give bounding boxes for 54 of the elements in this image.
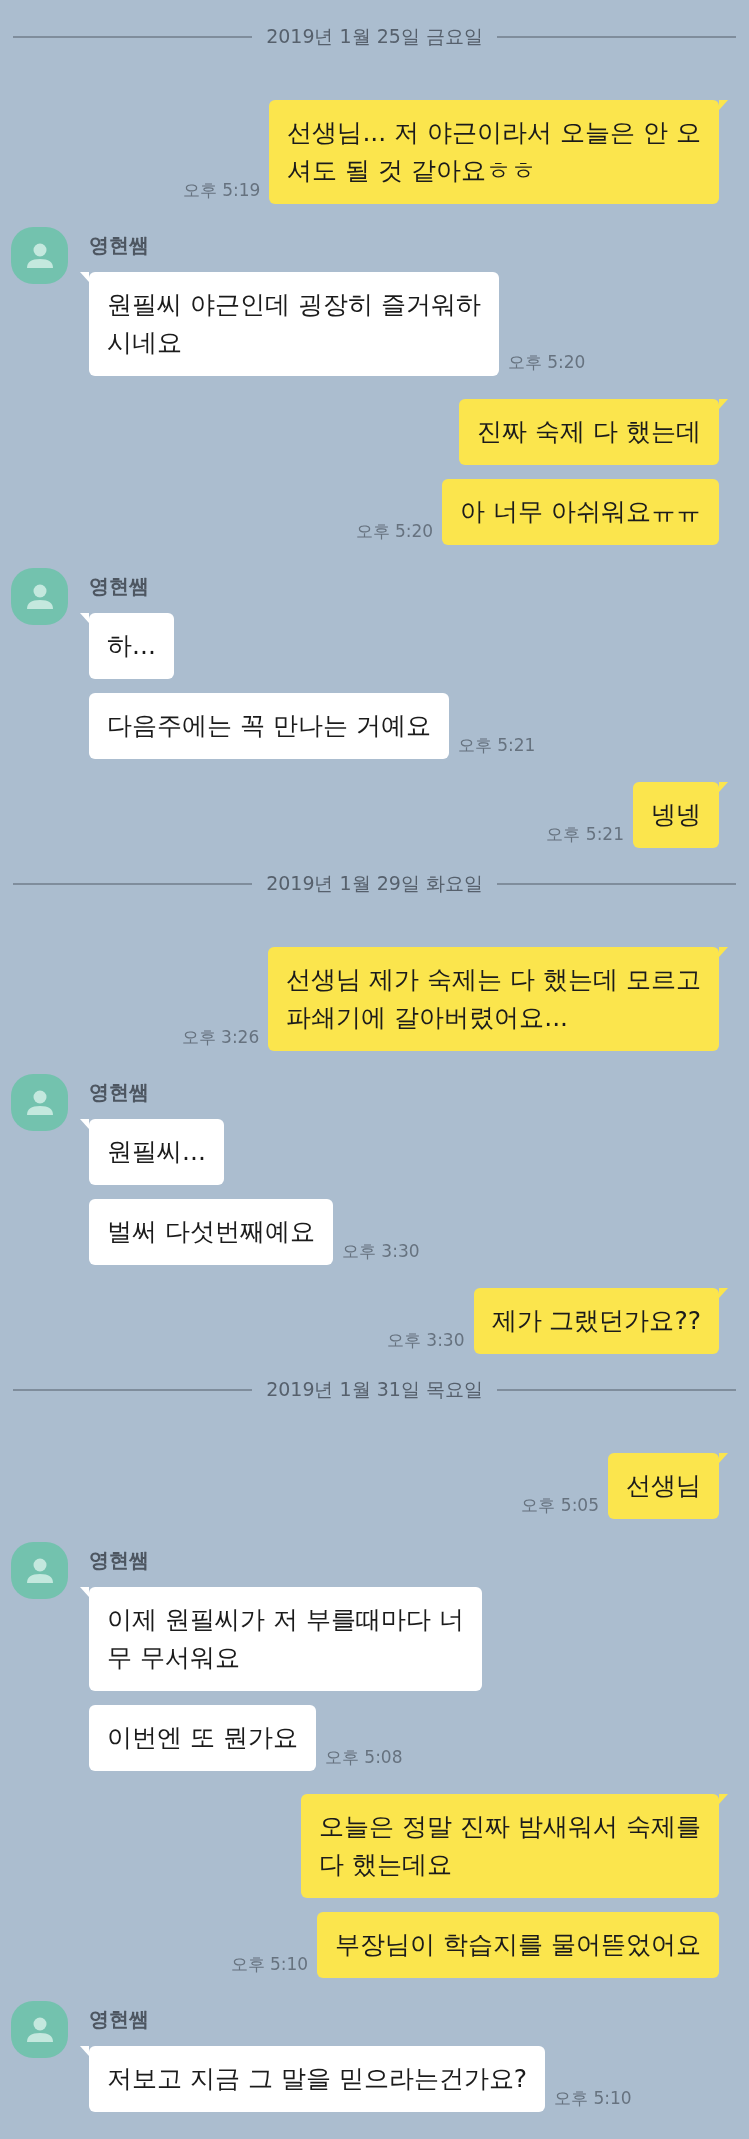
message-time: 오후 5:21 [457, 734, 536, 757]
message-time: 오후 5:10 [230, 1953, 309, 1976]
message-time: 오후 5:21 [546, 823, 624, 846]
message-bubble: 원필씨... [89, 1119, 224, 1185]
sender-name: 영현쌤 [88, 232, 149, 259]
message-bubble: 선생님... 저 야근이라서 오늘은 안 오 셔도 될 것 같아요ㅎㅎ [269, 100, 719, 204]
message-bubble: 선생님 제가 숙제는 다 했는데 모르고 파쇄기에 갈아버렸어요... [268, 947, 719, 1051]
message-bubble: 선생님 [608, 1453, 719, 1519]
message-bubble: 오늘은 정말 진짜 밤새워서 숙제를 다 했는데요 [301, 1794, 719, 1898]
bubble-tail [719, 1453, 728, 1463]
message-bubble: 다음주에는 꼭 만나는 거예요 [89, 693, 449, 759]
date-divider-label: 2019년 1월 25일 금요일 [266, 24, 483, 49]
avatar[interactable] [11, 568, 68, 625]
avatar[interactable] [11, 1542, 68, 1599]
sender-name: 영현쌤 [88, 1547, 149, 1574]
message-time: 오후 3:26 [181, 1026, 260, 1049]
message-time: 오후 5:08 [324, 1746, 403, 1769]
bubble-tail [80, 1119, 89, 1129]
bubble-tail [719, 399, 728, 409]
message-bubble: 아 너무 아쉬워요ㅠㅠ [442, 479, 719, 545]
sender-name: 영현쌤 [88, 573, 149, 600]
message-bubble: 원필씨 야근인데 굉장히 즐거워하 시네요 [89, 272, 499, 376]
bubble-tail [719, 947, 728, 957]
message-bubble: 이제 원필씨가 저 부를때마다 너 무 무서워요 [89, 1587, 482, 1691]
message-bubble: 벌써 다섯번째예요 [89, 1199, 333, 1265]
date-divider-label: 2019년 1월 31일 목요일 [266, 1377, 483, 1402]
message-time: 오후 5:10 [554, 2087, 632, 2110]
message-time: 오후 5:05 [521, 1494, 599, 1517]
bubble-tail [719, 782, 728, 792]
bubble-tail [80, 272, 89, 282]
bubble-tail [80, 2046, 89, 2056]
message-time: 오후 3:30 [341, 1240, 420, 1263]
sender-name: 영현쌤 [88, 2006, 149, 2033]
message-bubble: 저보고 지금 그 말을 믿으라는건가요? [89, 2046, 546, 2112]
sender-name: 영현쌤 [88, 1079, 149, 1106]
bubble-tail [80, 1587, 89, 1597]
avatar[interactable] [11, 2001, 68, 2058]
avatar[interactable] [11, 1074, 68, 1131]
message-time: 오후 5:20 [355, 520, 434, 543]
message-bubble: 부장님이 학습지를 물어뜯었어요 [317, 1912, 719, 1978]
message-time: 오후 5:20 [507, 351, 586, 374]
message-bubble: 하... [89, 613, 174, 679]
message-bubble: 넹넹 [633, 782, 719, 848]
message-bubble: 진짜 숙제 다 했는데 [459, 399, 719, 465]
bubble-tail [719, 1794, 728, 1804]
message-time: 오후 3:30 [386, 1329, 465, 1352]
date-divider-label: 2019년 1월 29일 화요일 [266, 871, 483, 896]
message-bubble: 이번엔 또 뭔가요 [89, 1705, 316, 1771]
bubble-tail [80, 613, 89, 623]
message-bubble: 제가 그랬던가요?? [473, 1288, 719, 1354]
message-time: 오후 5:19 [182, 179, 261, 202]
avatar[interactable] [11, 227, 68, 284]
bubble-tail [719, 100, 728, 110]
bubble-tail [719, 1288, 728, 1298]
